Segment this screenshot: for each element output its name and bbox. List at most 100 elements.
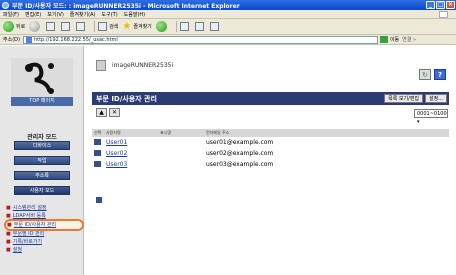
select-box-icon (94, 160, 101, 167)
browser-toolbar: 뒤로 검색 ★ 즐겨찾기 (0, 19, 456, 35)
refresh-page-button[interactable]: ↻ (419, 69, 431, 80)
bottom-square-icon[interactable] (96, 197, 102, 203)
address-bar: 주소(D) http://192.168.222.55/_usac.html 이… (0, 35, 456, 45)
select-box-icon (94, 149, 101, 156)
table-row: User02 user02@example.com (92, 148, 449, 159)
home-button[interactable] (76, 22, 87, 31)
email-cell: user02@example.com (206, 150, 274, 157)
logo-graphic-icon (25, 62, 54, 94)
links-button[interactable]: 연결 » (402, 36, 416, 43)
back-button[interactable]: 뒤로 (3, 21, 25, 32)
favorites-label: 즐겨찾기 (133, 24, 152, 30)
job-button[interactable]: 작업 (14, 156, 70, 165)
row-select[interactable] (92, 149, 106, 158)
address-book-button[interactable]: 주소록 (14, 171, 70, 180)
home-icon (76, 22, 86, 31)
mail-button[interactable] (179, 22, 191, 31)
stop-button[interactable] (46, 22, 57, 31)
refresh-icon: ↻ (422, 71, 428, 79)
user-name-link[interactable]: User03 (106, 161, 127, 168)
bullet-icon: ■ (6, 205, 11, 211)
forward-arrow-icon (29, 21, 41, 32)
menu-edit[interactable]: 편집(E) (25, 11, 41, 18)
row-action-icons: ▲ ✕ (96, 108, 120, 117)
back-arrow-icon (3, 21, 14, 32)
list-view-edit-button[interactable]: 목록 보기/편집 (384, 94, 424, 103)
favorites-button[interactable]: ★ 즐겨찾기 (122, 21, 151, 32)
menu-tools[interactable]: 도구(T) (102, 11, 118, 18)
user-name-link[interactable]: User02 (106, 150, 127, 157)
main-content: imageRUNNER2535i ↻ ? 부문 ID/사용자 관리 목록 보기/… (84, 46, 456, 275)
menu-help[interactable]: 도움말(H) (124, 11, 145, 18)
address-input[interactable]: http://192.168.222.55/_usac.html (22, 35, 378, 44)
help-button[interactable]: ? (434, 69, 446, 80)
toolbar-separator (94, 21, 96, 32)
side-item-label[interactable]: LDAP서버 등록 (13, 213, 46, 219)
bullet-icon: ■ (6, 213, 11, 219)
minimize-button[interactable]: _ (426, 1, 435, 9)
column-header: 선택 (94, 130, 102, 135)
side-item-label[interactable]: 설정 (13, 247, 22, 253)
refresh-button[interactable] (61, 22, 72, 31)
table-header: 선택 사용자명 표시명 전자메일 주소 (92, 129, 449, 137)
side-item-settings[interactable]: ■ 설정 (6, 247, 82, 253)
edit-button[interactable] (209, 22, 221, 31)
ie-logo-icon (2, 1, 9, 9)
side-item-label[interactable]: 시스템관리 설정 (13, 205, 47, 211)
close-button[interactable]: × (446, 1, 455, 9)
section-actions: 목록 보기/편집 설정... (384, 94, 447, 103)
device-name: imageRUNNER2535i (112, 62, 174, 69)
menu-bar: 파일(F) 편집(E) 보기(V) 즐겨찾기(A) 도구(T) 도움말(H) (0, 10, 456, 19)
maximize-button[interactable]: □ (436, 1, 445, 9)
print-icon (194, 22, 204, 31)
side-item-label[interactable]: 부문 ID/사용자 관리 (14, 222, 56, 228)
row-select[interactable] (92, 160, 106, 169)
menu-view[interactable]: 보기(V) (47, 11, 64, 18)
address-url: http://192.168.222.55/_usac.html (33, 36, 118, 43)
device-button[interactable]: 디바이스 (14, 141, 70, 150)
side-item-dept-id-management[interactable]: ■ 부문별 ID 관리 (6, 231, 82, 237)
refresh-icon (61, 22, 71, 31)
side-item-label[interactable]: 기록/바로가기 (13, 239, 42, 245)
add-icon[interactable]: ▲ (96, 108, 107, 117)
menu-file[interactable]: 파일(F) (3, 11, 19, 18)
user-name-link[interactable]: User01 (106, 139, 127, 146)
window-title: 부문 ID/사용자 모드: : imageRUNNER2535i - Micro… (12, 2, 240, 10)
user-table: 선택 사용자명 표시명 전자메일 주소 User01 user01@exampl… (92, 129, 449, 170)
delete-icon[interactable]: ✕ (109, 108, 120, 117)
column-header: 표시명 (160, 130, 172, 135)
go-button[interactable]: 이동 (379, 36, 400, 43)
windows-logo-icon (439, 11, 448, 18)
bullet-icon: ■ (6, 247, 11, 253)
bullet-icon: ■ (7, 222, 12, 228)
printer-icon (96, 60, 106, 71)
search-button[interactable]: 검색 (98, 22, 118, 31)
section-title: 부문 ID/사용자 관리 (96, 94, 157, 103)
side-item-system-settings[interactable]: ■ 시스템관리 설정 (6, 205, 82, 211)
column-header: 사용자명 (106, 130, 121, 135)
table-row: User03 user03@example.com (92, 159, 449, 170)
side-item-dept-user-management[interactable]: ■ 부문 ID/사용자 관리 (4, 219, 84, 231)
history-icon (155, 21, 167, 32)
menu-favorites[interactable]: 즐겨찾기(A) (70, 11, 96, 18)
side-item-history-shortcut[interactable]: ■ 기록/바로가기 (6, 239, 82, 245)
email-cell: user03@example.com (206, 161, 274, 168)
side-item-label[interactable]: 부문별 ID 관리 (13, 231, 45, 237)
settings-button[interactable]: 설정... (425, 94, 447, 103)
row-select[interactable] (92, 138, 106, 147)
user-mode-button[interactable]: 사용자 모드 (14, 186, 70, 195)
side-item-ldap[interactable]: ■ LDAP서버 등록 (6, 213, 82, 219)
select-box-icon (94, 138, 101, 145)
range-select[interactable]: 0001~0100 ▾ (414, 109, 448, 125)
print-button[interactable] (194, 22, 206, 31)
bullet-icon: ■ (6, 231, 11, 237)
forward-button[interactable] (29, 21, 42, 32)
admin-mode-title: 관리자 모드 (27, 134, 57, 141)
top-page-link[interactable]: TOP 페이지 (11, 97, 73, 106)
address-label: 주소(D) (3, 37, 20, 43)
side-menu: ■ 시스템관리 설정 ■ LDAP서버 등록 ■ 부문 ID/사용자 관리 ■ … (4, 205, 84, 255)
toolbar-separator (175, 21, 177, 32)
stop-icon (46, 22, 56, 31)
history-button[interactable] (155, 21, 169, 32)
go-label: 이동 (389, 37, 400, 43)
